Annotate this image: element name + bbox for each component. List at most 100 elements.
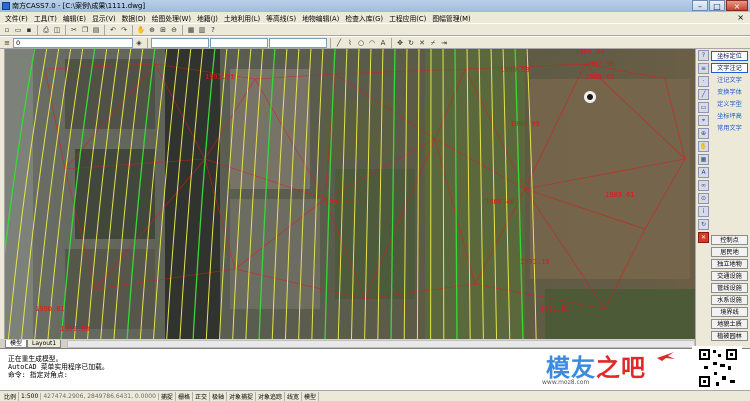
tab-layout1[interactable]: Layout1 — [27, 339, 62, 348]
scale-value[interactable]: 1:500 — [19, 392, 42, 400]
properties-icon[interactable]: ▦ — [186, 25, 196, 35]
print-icon[interactable]: ⎙ — [41, 25, 51, 35]
toggle-polar[interactable]: 极轴 — [210, 391, 227, 401]
layer-combo[interactable]: 0 — [13, 37, 133, 48]
watermark-logo: 模友之吧 www.moz8.com — [536, 346, 686, 390]
paste-icon[interactable]: ▤ — [91, 25, 101, 35]
water-facility-button[interactable]: 水系设施 — [711, 295, 748, 305]
help-icon[interactable]: ? — [208, 25, 218, 35]
standard-toolbar: ▫ ▭ ▪ ⎙ ◫ ✂ ❐ ▤ ↶ ↷ ✋ ⊕ ⊞ ⊖ ▦ ▥ ? — [0, 23, 750, 36]
lineweight-combo[interactable] — [269, 37, 327, 48]
menu-cadastre[interactable]: 地籍(J) — [194, 13, 221, 23]
zoom-icon[interactable]: ⊕ — [698, 128, 709, 139]
zoom-realtime-icon[interactable]: ⊕ — [147, 25, 157, 35]
change-font-button[interactable]: 变换字体 — [711, 87, 748, 97]
elevation-label: 1987.99 — [585, 60, 615, 68]
menu-data[interactable]: 数据(D) — [119, 13, 149, 23]
line-icon[interactable]: ╱ — [698, 89, 709, 100]
toggle-otrack[interactable]: 对象追踪 — [256, 391, 286, 401]
link-icon[interactable]: ∞ — [698, 180, 709, 191]
color-combo[interactable] — [151, 37, 209, 48]
menu-engineering[interactable]: 工程应用(C) — [386, 13, 429, 23]
pan-icon[interactable]: ✋ — [136, 25, 146, 35]
control-point-button[interactable]: 控制点 — [711, 235, 748, 245]
menu-draw[interactable]: 绘图处理(W) — [149, 13, 194, 23]
independent-feature-button[interactable]: 独立地物 — [711, 259, 748, 269]
maximize-button[interactable]: □ — [709, 0, 725, 11]
minimize-button[interactable]: – — [692, 0, 708, 11]
menu-view[interactable]: 显示(V) — [89, 13, 119, 23]
boundary-line-button[interactable]: 境界线 — [711, 307, 748, 317]
text-annotation-button[interactable]: 文字注记 — [711, 63, 748, 73]
undo-icon[interactable]: ↶ — [108, 25, 118, 35]
landform-soil-button[interactable]: 地貌土质 — [711, 319, 748, 329]
pipeline-facility-button[interactable]: 管线设施 — [711, 283, 748, 293]
text-edit-icon[interactable]: A — [698, 167, 709, 178]
toggle-grid[interactable]: 栅格 — [176, 391, 193, 401]
delete-icon[interactable]: ✕ — [698, 232, 709, 243]
copy-icon[interactable]: ❐ — [80, 25, 90, 35]
draw-arc-icon[interactable]: ◠ — [367, 38, 377, 48]
open-folder-icon[interactable]: ▭ — [13, 25, 23, 35]
traffic-facility-button[interactable]: 交通设施 — [711, 271, 748, 281]
point-icon[interactable]: · — [698, 76, 709, 87]
measure-icon[interactable]: ⌖ — [698, 115, 709, 126]
new-file-icon[interactable]: ▫ — [2, 25, 12, 35]
area-icon[interactable]: ▭ — [698, 102, 709, 113]
draw-circle-icon[interactable]: ○ — [356, 38, 366, 48]
layer-icon[interactable]: ≡ — [698, 63, 709, 74]
snap-icon[interactable]: ⊙ — [698, 193, 709, 204]
elevation-label: 1991.02 — [325, 198, 355, 206]
toggle-osnap[interactable]: 对象捕捉 — [227, 391, 256, 401]
define-font-button[interactable]: 定义字型 — [711, 99, 748, 109]
tab-model[interactable]: 模型 — [5, 339, 28, 348]
menu-edit[interactable]: 编辑(E) — [60, 13, 89, 23]
menu-close-icon[interactable]: × — [737, 12, 744, 23]
zoom-window-icon[interactable]: ⊞ — [158, 25, 168, 35]
linetype-combo[interactable] — [210, 37, 268, 48]
right-panel: ? ≡ · ╱ ▭ ⌖ ⊕ ✋ ▦ A ∞ ⊙ i ↻ ✕ 坐标定位 文字注记 … — [695, 49, 750, 348]
zoom-previous-icon[interactable]: ⊖ — [169, 25, 179, 35]
qr-code — [692, 346, 742, 390]
coord-locate-button[interactable]: 坐标定位 — [711, 51, 748, 61]
refresh-icon[interactable]: ↻ — [698, 219, 709, 230]
menu-tools[interactable]: 工具(T) — [31, 13, 60, 23]
residential-button[interactable]: 居民地 — [711, 247, 748, 257]
toggle-snap[interactable]: 捕捉 — [159, 391, 176, 401]
grid-icon[interactable]: ▦ — [698, 154, 709, 165]
menu-check[interactable]: 检查入库(G) — [342, 13, 386, 23]
close-button[interactable]: × — [726, 0, 748, 11]
redo-icon[interactable]: ↷ — [119, 25, 129, 35]
design-center-icon[interactable]: ▥ — [197, 25, 207, 35]
query-icon[interactable]: ? — [698, 50, 709, 61]
text-icon[interactable]: A — [378, 38, 388, 48]
menu-sheet[interactable]: 图幅管理(M) — [429, 13, 473, 23]
toggle-ortho[interactable]: 正交 — [193, 391, 210, 401]
extend-icon[interactable]: ⇥ — [439, 38, 449, 48]
layer-manager-icon[interactable]: ≡ — [2, 38, 12, 48]
menu-contour[interactable]: 等高线(S) — [263, 13, 299, 23]
menu-file[interactable]: 文件(F) — [2, 13, 31, 23]
menu-landuse[interactable]: 土地利用(L) — [221, 13, 263, 23]
info-icon[interactable]: i — [698, 206, 709, 217]
trim-icon[interactable]: ⌿ — [428, 38, 438, 48]
drawing-canvas[interactable]: 1989.54 1987.99 1985.62 1991.61 1990.58 1988.… — [5, 49, 695, 339]
cut-icon[interactable]: ✂ — [69, 25, 79, 35]
erase-icon[interactable]: ✕ — [417, 38, 427, 48]
draw-line-icon[interactable]: ╱ — [334, 38, 344, 48]
preview-icon[interactable]: ◫ — [52, 25, 62, 35]
move-icon[interactable]: ✥ — [395, 38, 405, 48]
rotate-icon[interactable]: ↻ — [406, 38, 416, 48]
save-icon[interactable]: ▪ — [24, 25, 34, 35]
coord-elevation-button[interactable]: 坐标坪高 — [711, 111, 748, 121]
pan-icon[interactable]: ✋ — [698, 141, 709, 152]
toggle-lineweight[interactable]: 线宽 — [285, 391, 303, 401]
annotate-text-button[interactable]: 注记文字 — [711, 75, 748, 85]
vegetation-button[interactable]: 植被园林 — [711, 331, 748, 341]
toggle-model[interactable]: 模型 — [302, 391, 320, 401]
make-current-icon[interactable]: ◈ — [134, 38, 144, 48]
toolbar-separator — [65, 24, 66, 35]
common-text-button[interactable]: 常用文字 — [711, 123, 748, 133]
draw-polyline-icon[interactable]: ⌇ — [345, 38, 355, 48]
menu-feature-edit[interactable]: 地物编辑(A) — [299, 13, 342, 23]
